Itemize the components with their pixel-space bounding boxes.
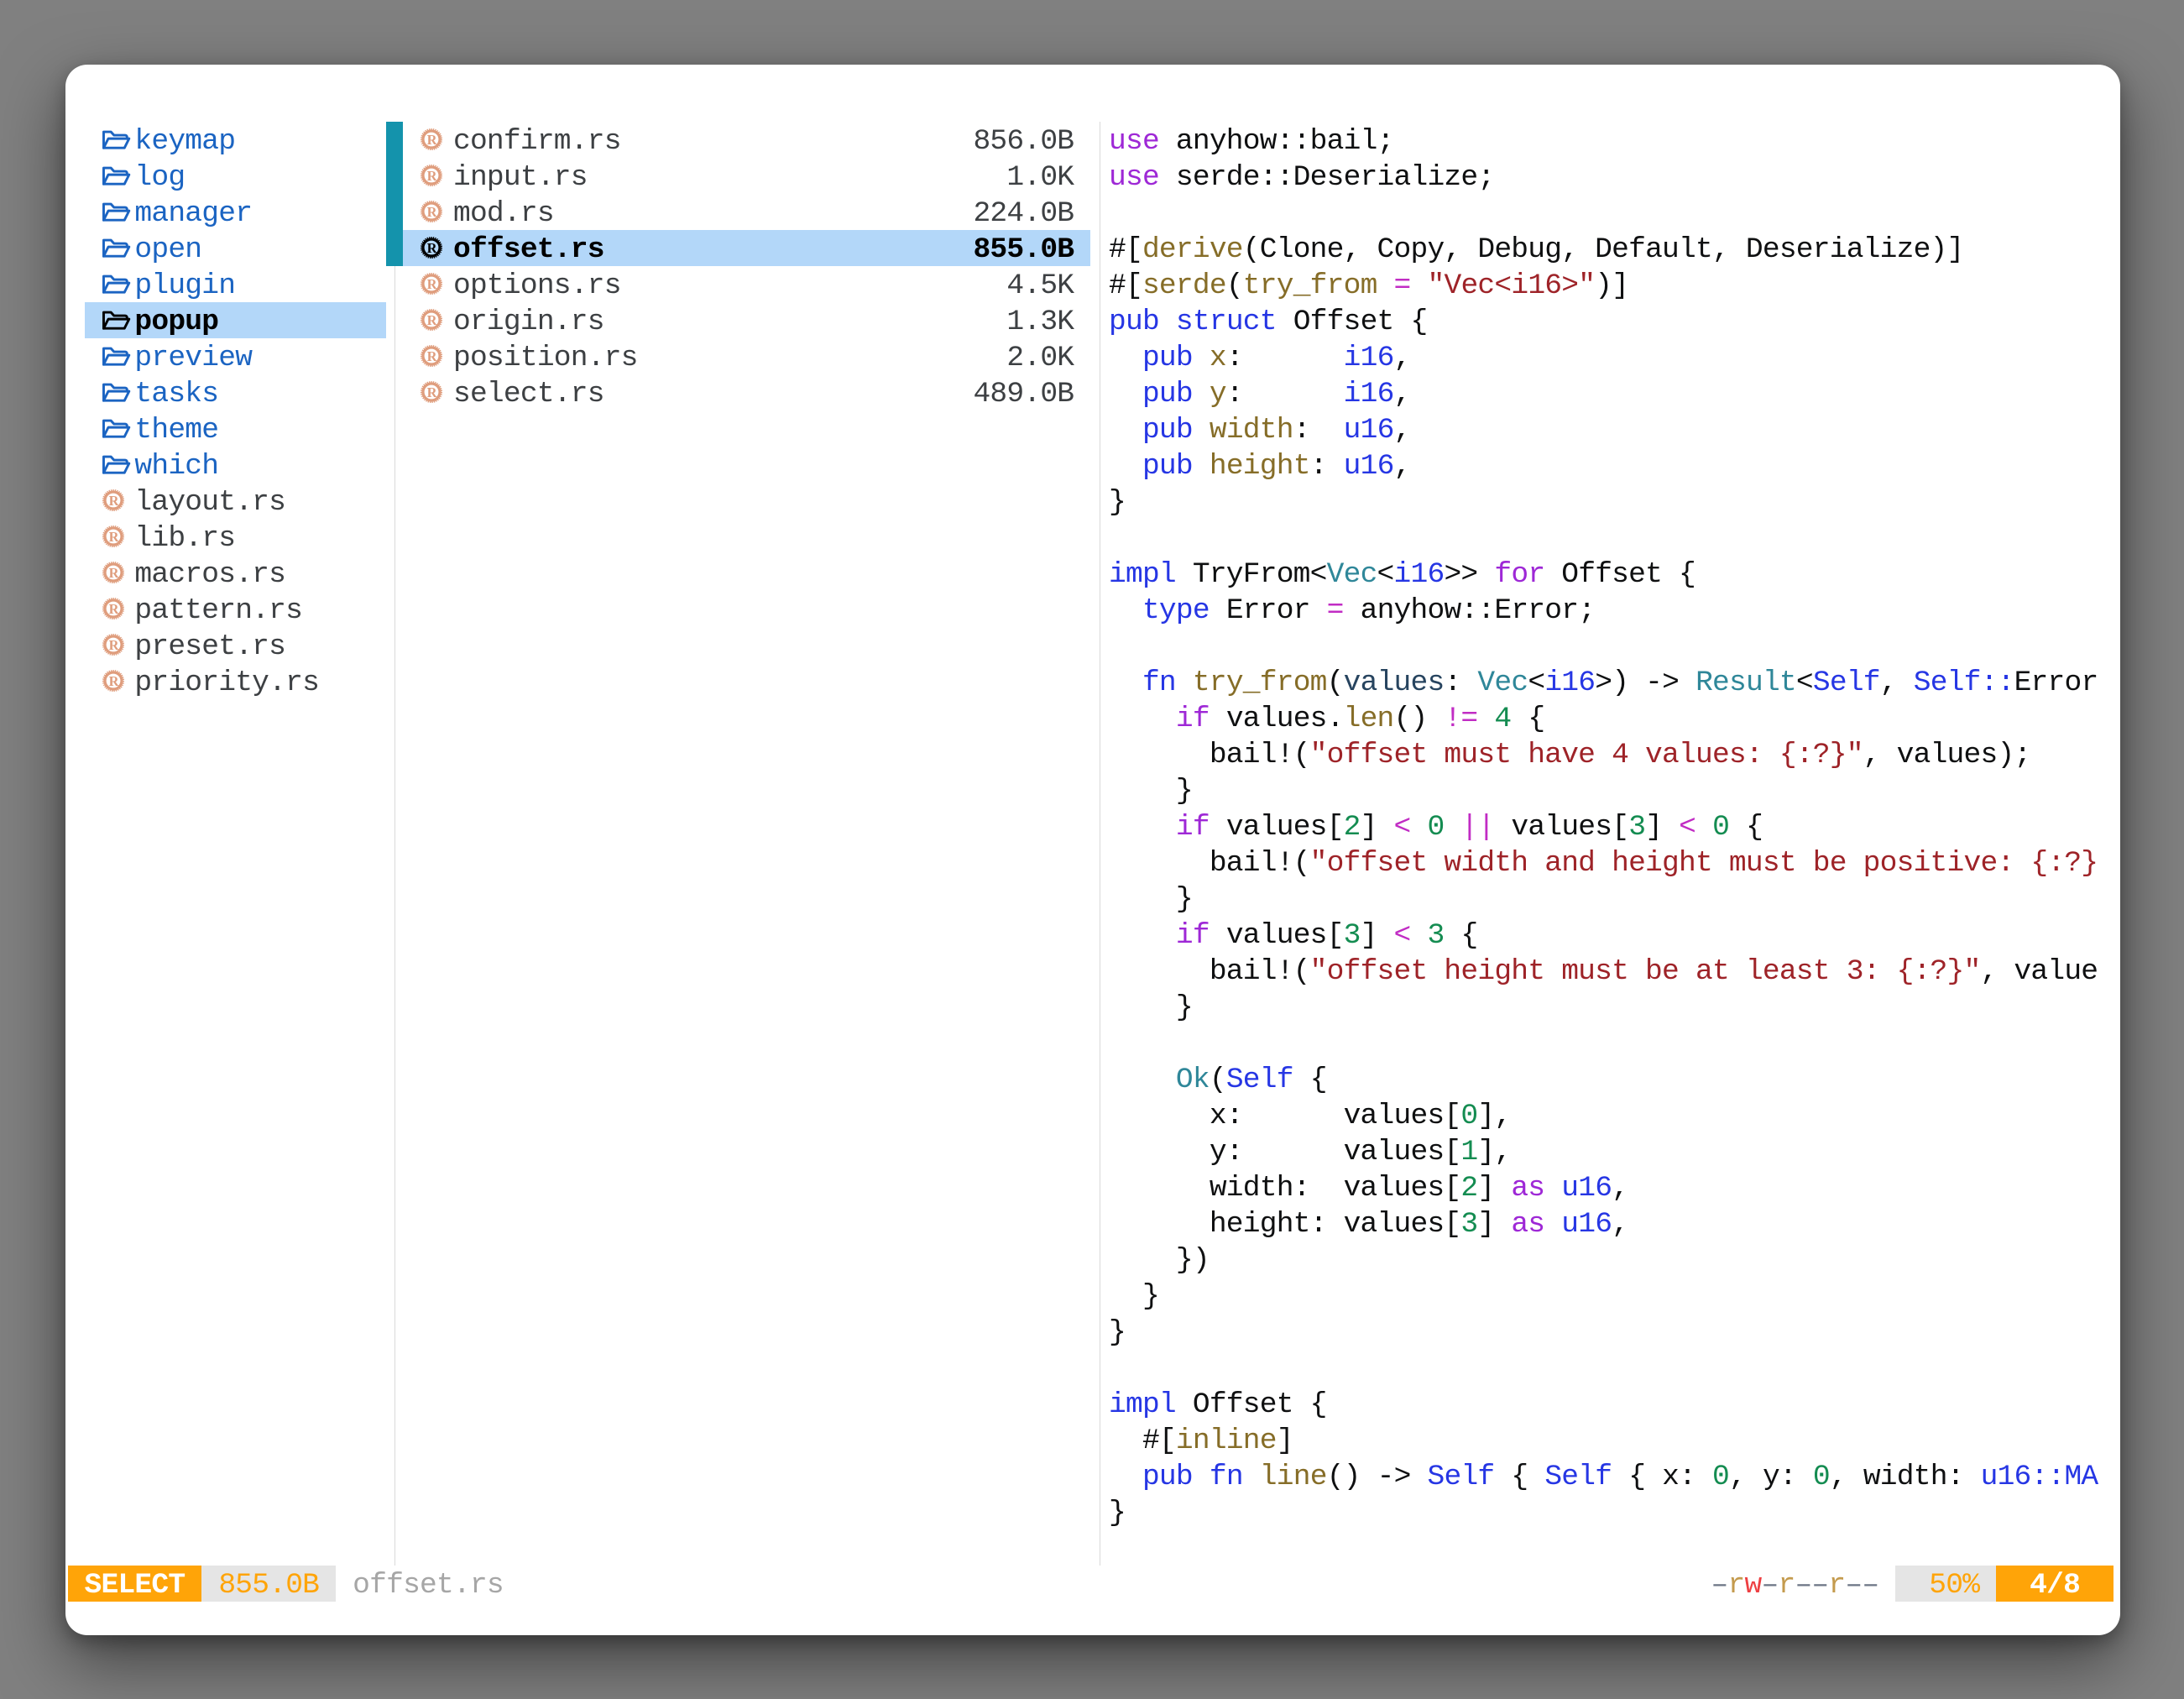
svg-text:R: R — [427, 132, 438, 148]
svg-text:R: R — [108, 601, 119, 617]
svg-text:R: R — [427, 348, 438, 364]
svg-text:R: R — [427, 312, 438, 328]
svg-text:R: R — [108, 673, 119, 689]
svg-text:R: R — [108, 637, 119, 653]
svg-text:R: R — [108, 565, 119, 581]
svg-text:R: R — [427, 240, 438, 256]
svg-text:R: R — [108, 493, 119, 509]
svg-text:R: R — [427, 276, 438, 292]
svg-text:R: R — [108, 529, 119, 545]
svg-text:R: R — [427, 204, 438, 220]
svg-text:R: R — [427, 168, 438, 184]
svg-text:R: R — [427, 384, 438, 400]
